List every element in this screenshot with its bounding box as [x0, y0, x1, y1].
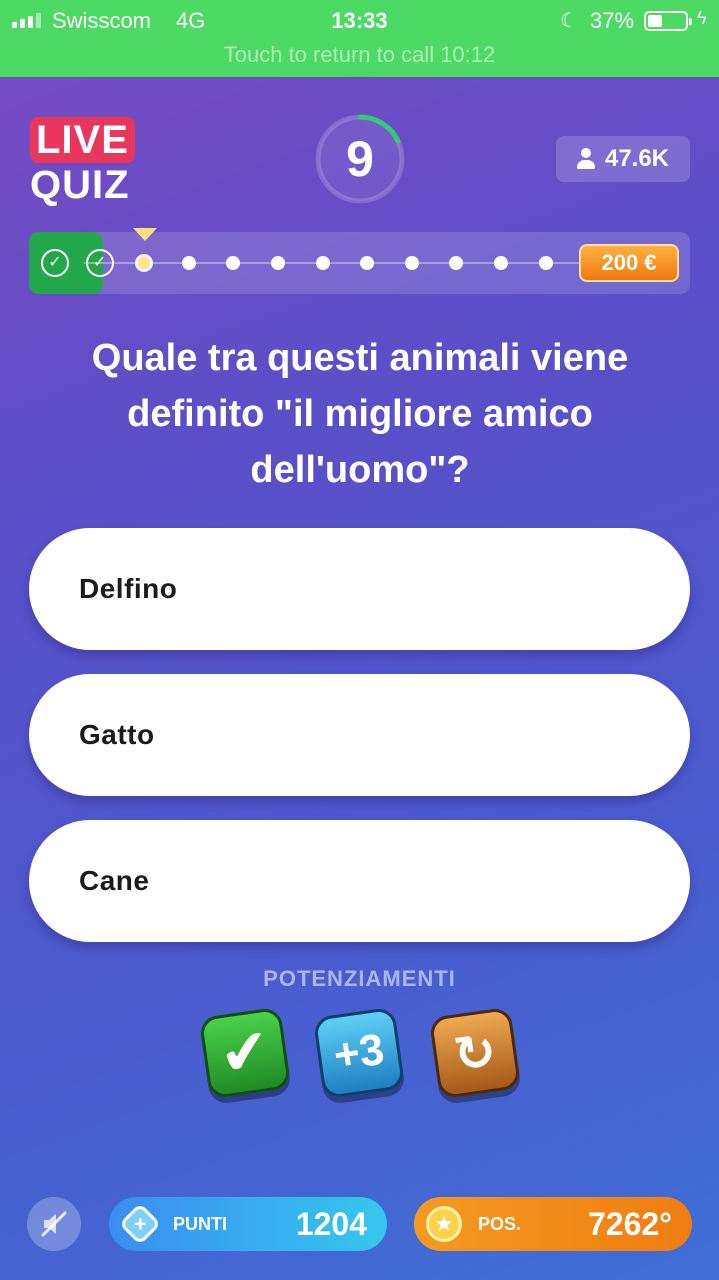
battery-percent: 37%: [590, 8, 635, 33]
position-pill: ★ POS. 7262°: [414, 1197, 692, 1251]
mute-button[interactable]: [27, 1197, 81, 1251]
moon-icon: ☾: [560, 10, 578, 32]
check-powerup-icon[interactable]: ✔: [198, 1006, 292, 1100]
medal-icon: ★: [426, 1206, 462, 1242]
progress-step: [271, 256, 285, 270]
answer-option-3[interactable]: Cane: [29, 820, 690, 942]
diamond-icon: +: [118, 1202, 162, 1246]
speaker-muted-icon: [41, 1211, 67, 1237]
logo-quiz: QUIZ: [30, 163, 130, 207]
progress-step-completed: ✓: [85, 249, 114, 277]
viewer-count: 47.6K: [556, 136, 690, 182]
live-quiz-logo: LIVE QUIZ: [30, 117, 135, 207]
return-to-call-banner[interactable]: Touch to return to call 10:12: [0, 42, 719, 68]
plus3-powerup-icon[interactable]: +3: [312, 1006, 406, 1100]
progress-step: [360, 256, 375, 270]
charging-icon: ϟ: [697, 8, 707, 28]
points-pill: + PUNTI 1204: [109, 1197, 387, 1251]
swap-powerup-icon[interactable]: ↻: [428, 1006, 522, 1100]
powerups-title: POTENZIAMENTI: [263, 966, 456, 991]
viewer-count-value: 47.6K: [604, 145, 670, 172]
timer-seconds: 9: [346, 131, 374, 187]
answer-option-1[interactable]: Delfino: [29, 528, 690, 650]
answer-option-2[interactable]: Gatto: [29, 674, 690, 796]
battery-icon: [644, 11, 688, 31]
progress-step: [226, 256, 241, 270]
position-value: 7262°: [588, 1206, 672, 1242]
progress-step: [449, 256, 464, 270]
points-label: PUNTI: [173, 1214, 227, 1234]
logo-live: LIVE: [30, 117, 135, 163]
progress-step-completed: ✓: [41, 249, 69, 277]
current-question-pointer: [133, 228, 157, 241]
progress-step: [315, 256, 330, 270]
points-value: 1204: [295, 1206, 367, 1242]
user-icon: [576, 148, 595, 170]
progress-step: [494, 256, 508, 270]
progress-step: [181, 256, 196, 270]
prize-badge: 200 €: [579, 244, 679, 282]
countdown-timer: 9: [313, 112, 407, 206]
progress-step-current: [138, 257, 151, 269]
position-label: POS.: [478, 1214, 522, 1234]
question-text: Quale tra questi animali viene definito …: [91, 337, 629, 491]
progress-step: [404, 256, 419, 270]
status-bar: Swisscom 4G 13:33 ☾ 37% ϟ Touch to retur…: [0, 0, 719, 77]
progress-step: [538, 256, 553, 270]
